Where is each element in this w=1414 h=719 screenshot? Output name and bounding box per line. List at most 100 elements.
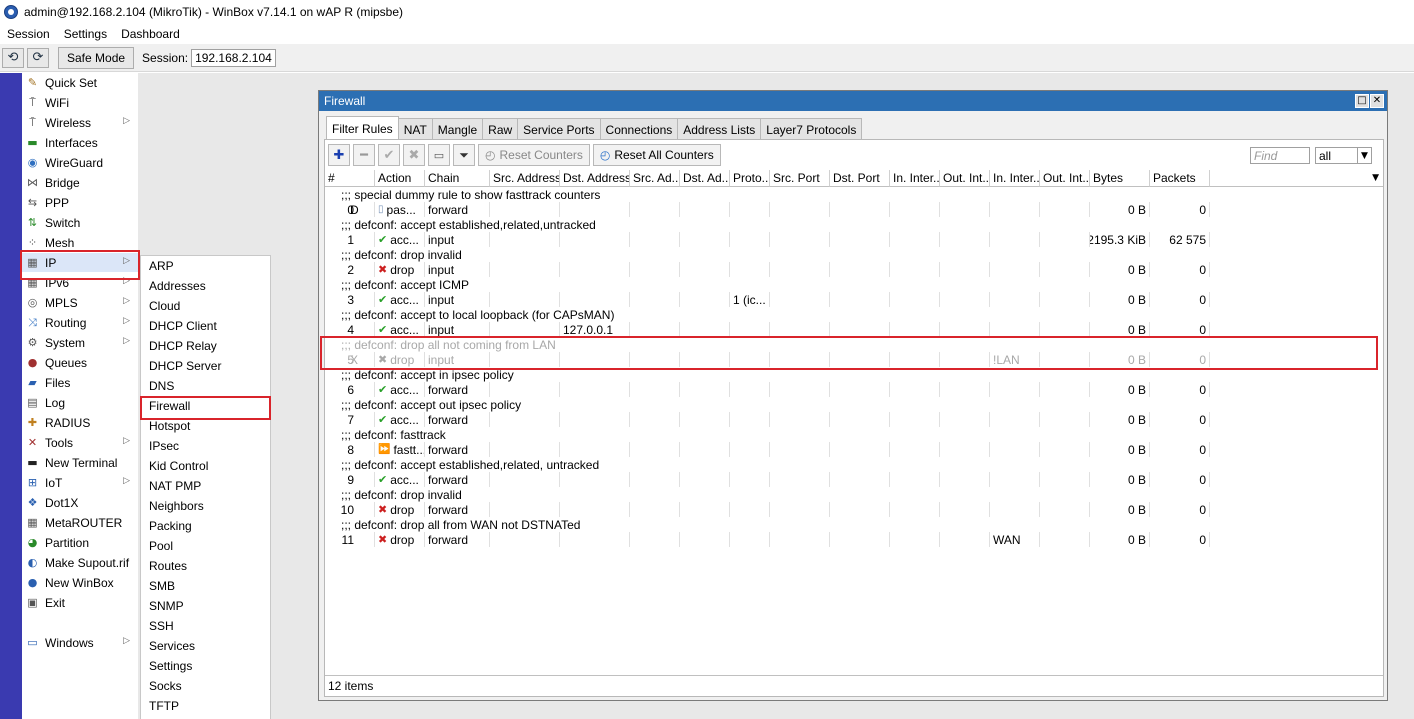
menu-item-exit[interactable]: ▣ Exit xyxy=(22,593,138,613)
chain-filter-select[interactable]: all ▼ xyxy=(1315,147,1372,164)
column-header[interactable]: Dst. Address xyxy=(560,170,630,187)
column-header[interactable]: # xyxy=(325,170,375,187)
ip-submenu-settings[interactable]: Settings xyxy=(141,656,272,676)
menu-item-ppp[interactable]: ⇆ PPP xyxy=(22,193,138,213)
ip-submenu-tftp[interactable]: TFTP xyxy=(141,696,272,716)
rule-comment-row[interactable]: ;;; defconf: fasttrack xyxy=(325,427,1383,442)
menu-item-partition[interactable]: ◕ Partition xyxy=(22,533,138,553)
rule-row[interactable]: 11 ✖ drop forward WAN 0 B0 xyxy=(325,532,1383,547)
ip-submenu-kid-control[interactable]: Kid Control xyxy=(141,456,272,476)
rule-row[interactable]: 7 ✔ acc... forward 0 B0 xyxy=(325,412,1383,427)
menu-item-routing[interactable]: ⤨ Routing ▷ xyxy=(22,313,138,333)
ip-submenu-arp[interactable]: ARP xyxy=(141,256,272,276)
ip-submenu-nat-pmp[interactable]: NAT PMP xyxy=(141,476,272,496)
rule-comment-row[interactable]: ;;; defconf: accept established,related,… xyxy=(325,217,1383,232)
menu-item-quick-set[interactable]: ✎ Quick Set xyxy=(22,73,138,93)
rule-row[interactable]: 9 ✔ acc... forward 0 B0 xyxy=(325,472,1383,487)
add-icon[interactable]: ✚ xyxy=(328,144,350,166)
rule-comment-row[interactable]: ;;; special dummy rule to show fasttrack… xyxy=(325,187,1383,202)
remove-icon[interactable]: ━ xyxy=(353,144,375,166)
ip-submenu-neighbors[interactable]: Neighbors xyxy=(141,496,272,516)
column-header[interactable]: Src. Ad... xyxy=(630,170,680,187)
ip-submenu-routes[interactable]: Routes xyxy=(141,556,272,576)
ip-submenu-services[interactable]: Services xyxy=(141,636,272,656)
column-header[interactable]: Bytes xyxy=(1090,170,1150,187)
redo-button[interactable]: ⟳ xyxy=(27,47,49,68)
menu-item-dot1x[interactable]: ❖ Dot1X xyxy=(22,493,138,513)
column-header[interactable]: Action xyxy=(375,170,425,187)
rule-row[interactable]: 3 ✔ acc... input 1 (ic... 0 B0 xyxy=(325,292,1383,307)
rule-row[interactable]: 8 ⏩ fastt... forward 0 B0 xyxy=(325,442,1383,457)
menu-item-files[interactable]: ▰ Files xyxy=(22,373,138,393)
menu-item-mpls[interactable]: ◎ MPLS ▷ xyxy=(22,293,138,313)
tab-filter-rules[interactable]: Filter Rules xyxy=(326,116,399,140)
column-header[interactable]: Out. Int... xyxy=(940,170,990,187)
safe-mode-button[interactable]: Safe Mode xyxy=(58,46,135,69)
rule-row[interactable]: 0 D ▯ pas... forward 0 B0 xyxy=(325,202,1383,217)
menu-item-radius[interactable]: ✚ RADIUS xyxy=(22,413,138,433)
tab-raw[interactable]: Raw xyxy=(482,118,519,140)
rule-comment-row[interactable]: ;;; defconf: drop invalid xyxy=(325,247,1383,262)
menu-item-tools[interactable]: ✕ Tools ▷ xyxy=(22,433,138,453)
ip-submenu-ipsec[interactable]: IPsec xyxy=(141,436,272,456)
column-header[interactable]: In. Inter... xyxy=(990,170,1040,187)
menu-settings[interactable]: Settings xyxy=(57,27,114,41)
menu-item-bridge[interactable]: ⋈ Bridge xyxy=(22,173,138,193)
maximize-icon[interactable]: □ xyxy=(1355,94,1369,108)
column-header[interactable]: Chain xyxy=(425,170,490,187)
menu-item-wireguard[interactable]: ◉ WireGuard xyxy=(22,153,138,173)
rule-row[interactable]: 1 ✔ acc... input 2195.3 KiB 62 575 xyxy=(325,232,1383,247)
column-header[interactable]: Src. Address xyxy=(490,170,560,187)
ip-submenu-cloud[interactable]: Cloud xyxy=(141,296,272,316)
menu-item-interfaces[interactable]: ▬ Interfaces xyxy=(22,133,138,153)
rule-comment-row[interactable]: ;;; defconf: accept to local loopback (f… xyxy=(325,307,1383,322)
menu-dashboard[interactable]: Dashboard xyxy=(114,27,187,41)
rule-comment-row[interactable]: ;;; defconf: accept ICMP xyxy=(325,277,1383,292)
reset-all-counters-button[interactable]: ◴ Reset All Counters xyxy=(592,144,721,166)
tab-address-lists[interactable]: Address Lists xyxy=(677,118,762,140)
enable-icon[interactable]: ✔ xyxy=(378,144,400,166)
menu-item-new-terminal[interactable]: ▬ New Terminal xyxy=(22,453,138,473)
rule-row[interactable]: 10 ✖ drop forward 0 B0 xyxy=(325,502,1383,517)
filter-icon[interactable]: ⏷ xyxy=(453,144,475,166)
undo-button[interactable]: ⟲ xyxy=(2,47,24,68)
menu-item-make-supout-rif[interactable]: ◐ Make Supout.rif xyxy=(22,553,138,573)
ip-submenu-socks[interactable]: Socks xyxy=(141,676,272,696)
tab-nat[interactable]: NAT xyxy=(397,118,433,140)
menu-item-new-winbox[interactable]: ● New WinBox xyxy=(22,573,138,593)
disable-icon[interactable]: ✖ xyxy=(403,144,425,166)
rule-row[interactable]: 6 ✔ acc... forward 0 B0 xyxy=(325,382,1383,397)
ip-submenu-packing[interactable]: Packing xyxy=(141,516,272,536)
find-input[interactable]: Find xyxy=(1250,147,1310,164)
tab-service-ports[interactable]: Service Ports xyxy=(517,118,601,140)
columns-dropdown-icon[interactable]: ▼ xyxy=(1372,173,1379,183)
menu-item-wireless[interactable]: ⍑ Wireless ▷ xyxy=(22,113,138,133)
menu-item-system[interactable]: ⚙ System ▷ xyxy=(22,333,138,353)
comment-icon[interactable]: ▭ xyxy=(428,144,450,166)
menu-session[interactable]: Session xyxy=(0,27,57,41)
rule-comment-row[interactable]: ;;; defconf: accept established,related,… xyxy=(325,457,1383,472)
ip-submenu-pool[interactable]: Pool xyxy=(141,536,272,556)
menu-item-switch[interactable]: ⇅ Switch xyxy=(22,213,138,233)
ip-submenu-snmp[interactable]: SNMP xyxy=(141,596,272,616)
menu-item-queues[interactable]: ● Queues xyxy=(22,353,138,373)
column-header[interactable]: Packets xyxy=(1150,170,1210,187)
column-header[interactable]: In. Inter... xyxy=(890,170,940,187)
ip-submenu-smb[interactable]: SMB xyxy=(141,576,272,596)
reset-counters-button[interactable]: ◴ Reset Counters xyxy=(478,144,590,166)
column-header[interactable]: Dst. Ad... xyxy=(680,170,730,187)
column-header[interactable]: Proto... xyxy=(730,170,770,187)
column-header[interactable]: Src. Port xyxy=(770,170,830,187)
rule-row[interactable]: 2 ✖ drop input 0 B0 xyxy=(325,262,1383,277)
close-icon[interactable]: ✕ xyxy=(1370,94,1384,108)
ip-submenu-dhcp-relay[interactable]: DHCP Relay xyxy=(141,336,272,356)
menu-item-iot[interactable]: ⊞ IoT ▷ xyxy=(22,473,138,493)
menu-item-log[interactable]: ▤ Log xyxy=(22,393,138,413)
rule-row[interactable]: 4 ✔ acc... input 127.0.0.1 0 B0 xyxy=(325,322,1383,337)
menu-item-wifi[interactable]: ⍑ WiFi xyxy=(22,93,138,113)
column-header[interactable]: Dst. Port xyxy=(830,170,890,187)
ip-submenu-dhcp-client[interactable]: DHCP Client xyxy=(141,316,272,336)
ip-submenu-dhcp-server[interactable]: DHCP Server xyxy=(141,356,272,376)
rule-comment-row[interactable]: ;;; defconf: drop all from WAN not DSTNA… xyxy=(325,517,1383,532)
column-header[interactable]: Out. Int... xyxy=(1040,170,1090,187)
